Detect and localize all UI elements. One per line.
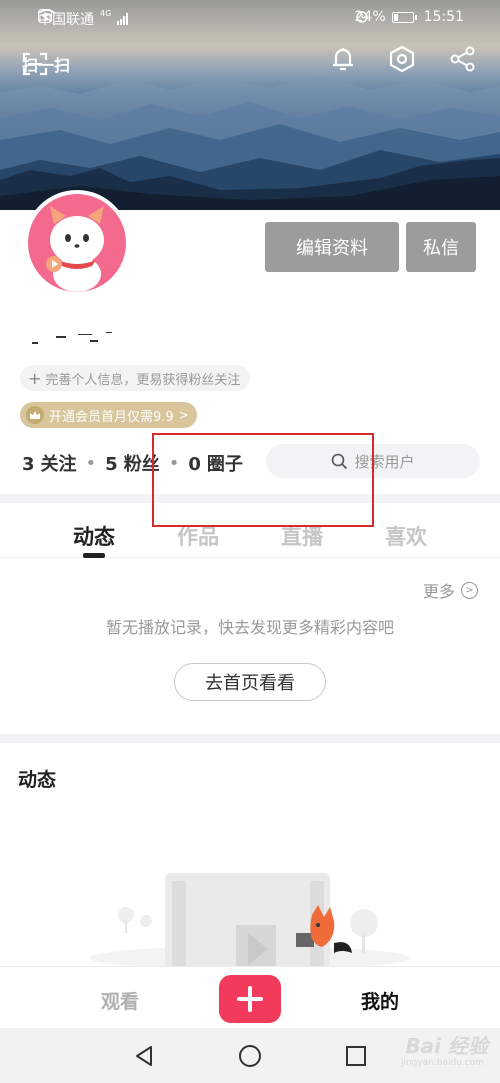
watermark-logo: Bai 经验: [405, 1034, 488, 1058]
avatar-image: [28, 194, 126, 292]
plus-icon: [237, 986, 263, 1012]
nav-mine[interactable]: 我的: [340, 987, 420, 1014]
stat-label: 关注: [40, 454, 77, 475]
plus-icon: +: [28, 368, 42, 388]
alarm-icon: [355, 11, 368, 23]
crown-icon: [26, 406, 44, 424]
vip-promo-text: 开通会员首月仅需9.9: [49, 409, 174, 425]
create-post-button[interactable]: [219, 975, 281, 1023]
more-link[interactable]: 更多 >: [423, 578, 478, 602]
highlight-annotation-box: [152, 433, 374, 527]
complete-profile-text: 完善个人信息，更易获得粉丝关注: [45, 372, 241, 388]
network-label: 4G: [100, 9, 112, 18]
fox-mascot-icon: [46, 206, 104, 292]
go-home-button[interactable]: 去首页看看: [174, 663, 326, 701]
home-circle-icon[interactable]: [238, 1044, 262, 1068]
profile-banner: 中国联通 4G 24% 15:51 扫一扫: [0, 0, 500, 210]
dynamic-section: 动态: [0, 743, 500, 973]
scan-button[interactable]: 扫一扫: [22, 52, 70, 76]
private-message-button[interactable]: 私信: [406, 222, 476, 272]
settings-hex-icon[interactable]: [387, 44, 417, 74]
vip-promo-pill[interactable]: 开通会员首月仅需9.9 >: [20, 402, 197, 428]
nav-watch[interactable]: 观看: [80, 987, 160, 1014]
share-icon[interactable]: [448, 44, 478, 74]
edit-profile-button[interactable]: 编辑资料: [265, 222, 399, 272]
tab-likes[interactable]: 喜欢: [366, 521, 446, 551]
empty-state-illustration-icon: [90, 873, 410, 973]
nickname-scribble: [30, 328, 112, 348]
battery-icon: [391, 11, 417, 23]
chevron-right-icon: >: [178, 408, 189, 422]
stat-following[interactable]: 3 关注: [22, 450, 77, 476]
back-triangle-icon[interactable]: [132, 1044, 156, 1068]
separator-dot: •: [85, 452, 97, 474]
status-bar: 中国联通 4G 24% 15:51: [0, 0, 500, 34]
signal-icon: [117, 13, 129, 25]
bell-icon[interactable]: [328, 44, 358, 74]
tab-dynamic[interactable]: 动态: [54, 521, 134, 551]
top-action-bar: 扫一扫: [0, 44, 500, 88]
stat-value: 5: [105, 454, 118, 475]
play-history-section: 更多 > 暂无播放记录，快去发现更多精彩内容吧 去首页看看: [0, 558, 500, 734]
empty-history-text: 暂无播放记录，快去发现更多精彩内容吧: [105, 618, 394, 637]
clock-time: 15:51: [423, 9, 464, 25]
watermark-url: jingyan.baidu.com: [400, 1058, 484, 1068]
chevron-right-circle-icon: >: [461, 581, 478, 599]
bottom-navigation: 观看 我的: [0, 966, 500, 1028]
recent-apps-square-icon[interactable]: [344, 1044, 368, 1068]
stat-value: 3: [22, 454, 35, 475]
app-notification-icon: [38, 9, 52, 23]
complete-profile-tip[interactable]: + 完善个人信息，更易获得粉丝关注: [20, 365, 251, 391]
avatar[interactable]: [24, 190, 130, 296]
more-label: 更多: [422, 582, 455, 601]
scan-icon: [22, 52, 48, 76]
